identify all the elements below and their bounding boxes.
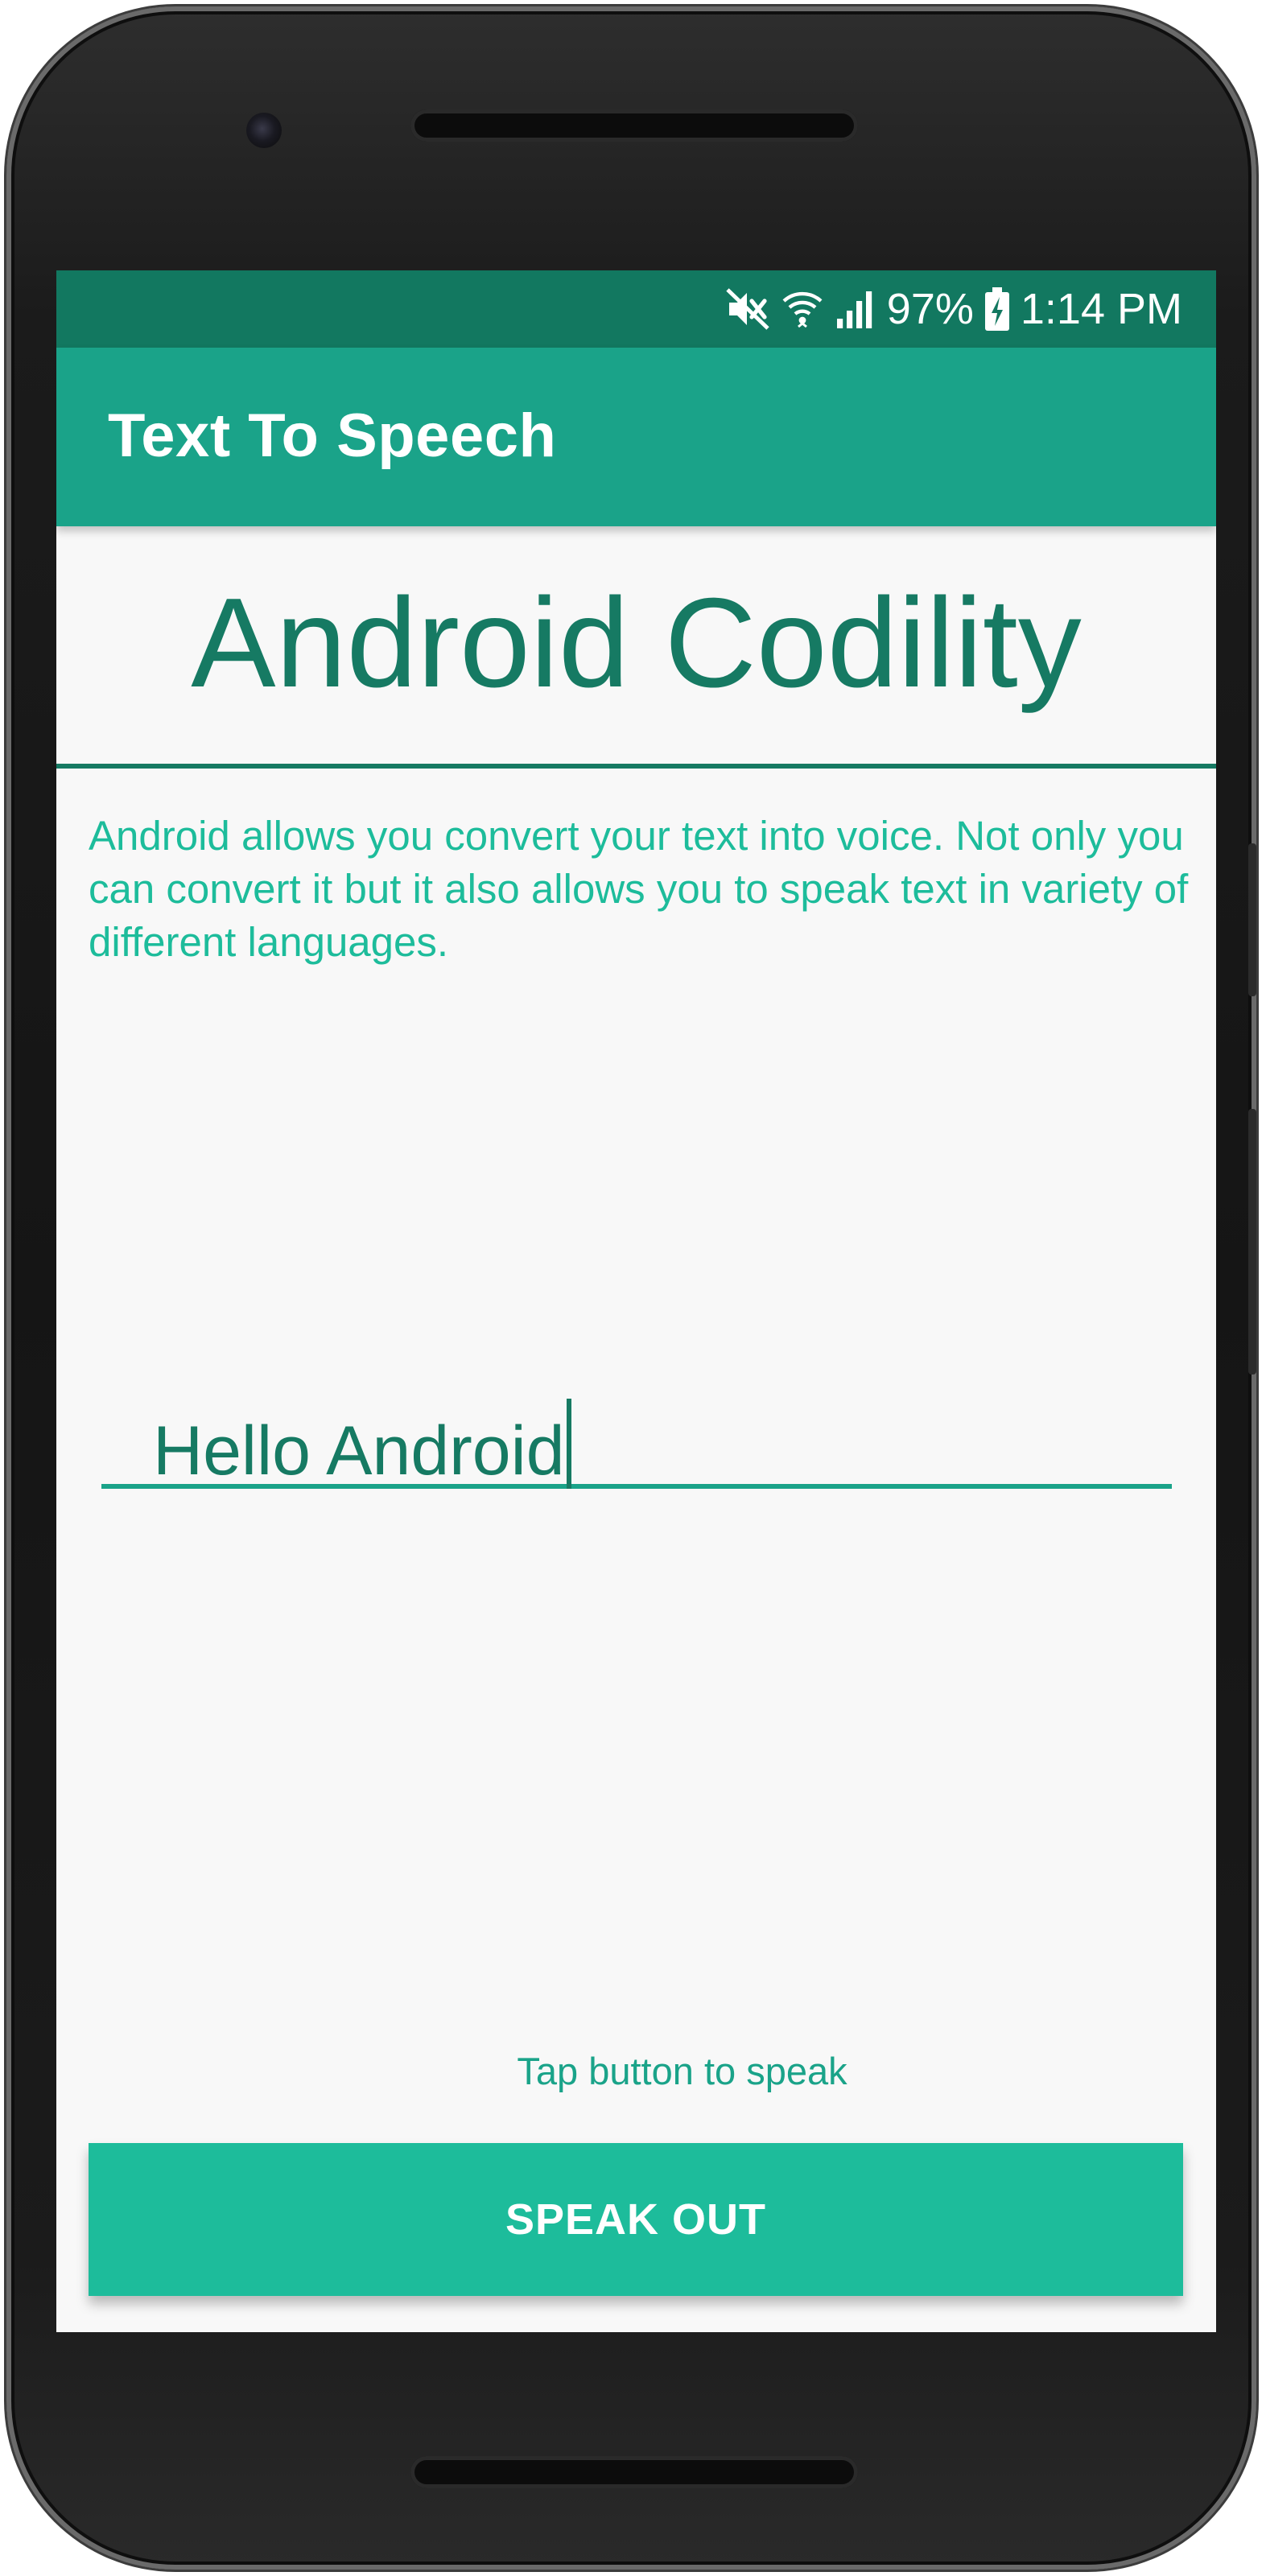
description-text: Android allows you convert your text int…	[89, 813, 1189, 965]
hint-text: Tap button to speak	[517, 2050, 847, 2092]
status-time: 1:14 PM	[1020, 285, 1182, 333]
screen: 97% 1:14 PM Text To Speech Android Codil…	[56, 270, 1216, 2332]
page-heading: Android Codility	[191, 572, 1082, 714]
heading-divider	[56, 764, 1216, 769]
speech-text-input[interactable]: Hello Android	[101, 1381, 1172, 1491]
speak-out-button[interactable]: SPEAK OUT	[89, 2143, 1183, 2296]
signal-icon	[834, 288, 876, 330]
status-icons: 97% 1:14 PM	[726, 285, 1182, 333]
bottom-speaker	[410, 2456, 858, 2488]
input-text: Hello Android	[153, 1412, 565, 1490]
status-bar: 97% 1:14 PM	[56, 270, 1216, 348]
battery-percent: 97%	[886, 285, 974, 333]
input-value[interactable]: Hello Android	[153, 1399, 571, 1491]
wifi-icon	[782, 288, 823, 330]
mute-icon	[726, 288, 771, 330]
text-caret	[566, 1399, 571, 1489]
volume-button	[1248, 843, 1256, 996]
app-title: Text To Speech	[108, 402, 557, 470]
app-bar: Text To Speech	[56, 348, 1216, 526]
top-speaker	[410, 109, 858, 142]
front-camera	[246, 113, 282, 148]
phone-frame: 97% 1:14 PM Text To Speech Android Codil…	[6, 6, 1256, 2570]
battery-charging-icon	[984, 287, 1009, 331]
power-button	[1248, 1109, 1256, 1375]
